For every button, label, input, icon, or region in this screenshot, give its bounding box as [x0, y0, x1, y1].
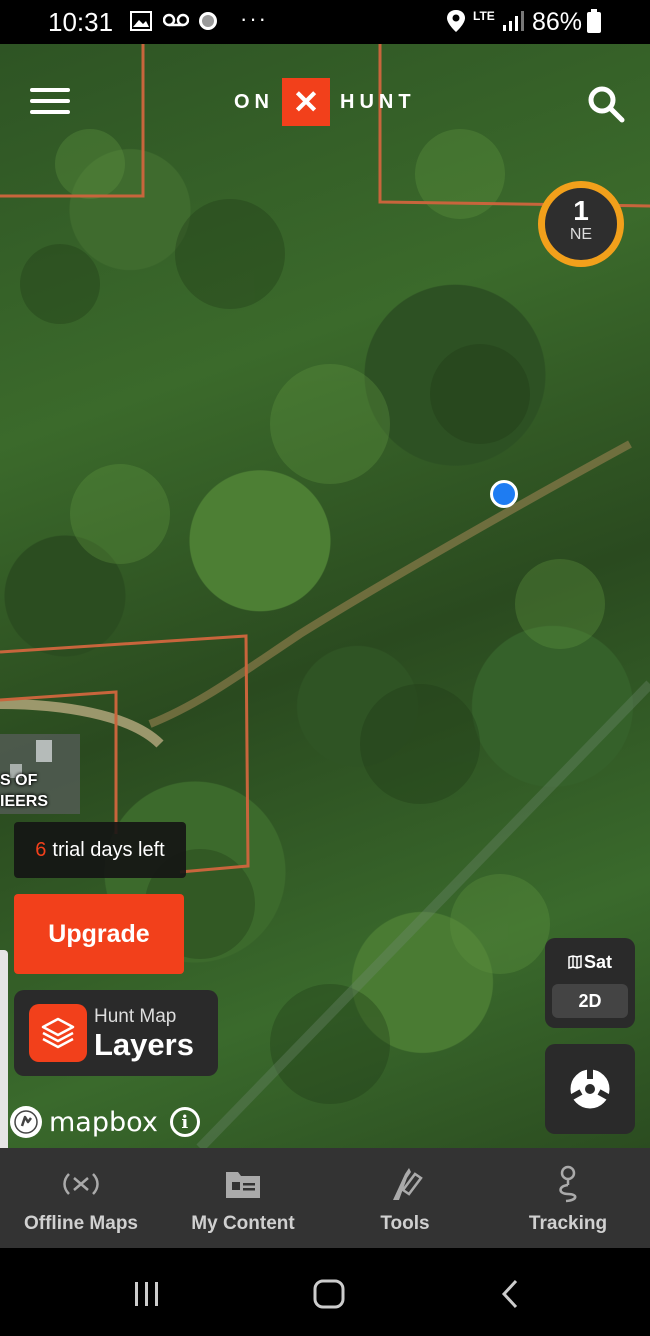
- crosshair-wheel-icon: [569, 1068, 611, 1110]
- nav-my-content[interactable]: My Content: [162, 1148, 324, 1248]
- current-location-dot: [490, 480, 518, 508]
- trial-days-count: 6: [35, 838, 47, 861]
- map-mode-2d[interactable]: 2D: [552, 984, 628, 1018]
- battery-icon: [587, 9, 601, 33]
- layers-title: Layers: [94, 1027, 194, 1062]
- mapbox-text: mapbox: [49, 1106, 158, 1138]
- tools-icon: [393, 1168, 423, 1200]
- trial-days-text: trial days left: [52, 838, 165, 861]
- location-icon: [447, 10, 465, 32]
- nav-tools[interactable]: Tools: [324, 1148, 486, 1248]
- map-type-toggle[interactable]: Sat 2D: [545, 938, 635, 1028]
- back-icon[interactable]: [498, 1278, 522, 1310]
- upgrade-button[interactable]: Upgrade: [14, 894, 184, 974]
- logo-text-hunt: HUNT: [340, 90, 416, 113]
- nav-offline-maps[interactable]: Offline Maps: [0, 1148, 162, 1248]
- recenter-location-button[interactable]: [545, 1044, 635, 1134]
- trial-days-badge: 6 trial days left: [14, 822, 186, 878]
- nav-tracking[interactable]: Tracking: [486, 1148, 650, 1248]
- voicemail-icon: [163, 13, 189, 27]
- signal-icon: [503, 11, 524, 31]
- upgrade-label: Upgrade: [48, 919, 150, 948]
- offline-signal-icon: [63, 1173, 99, 1195]
- menu-button[interactable]: [30, 88, 70, 118]
- status-time: 10:31: [48, 7, 114, 37]
- home-icon[interactable]: [312, 1278, 346, 1310]
- status-bar: 10:31 ··· LTE 86%: [0, 0, 650, 44]
- info-icon[interactable]: i: [169, 1107, 200, 1137]
- map-book-icon: [568, 955, 582, 969]
- map-place-label: S OF IEERS: [0, 772, 49, 810]
- layers-subtitle: Hunt Map: [94, 1006, 177, 1027]
- recent-apps-icon[interactable]: [132, 1280, 162, 1308]
- compass-count: 1: [573, 195, 589, 226]
- layers-icon: [29, 1004, 87, 1062]
- bottom-navigation: Offline Maps My Content Tools Tracking: [0, 1148, 650, 1248]
- folder-icon: [226, 1172, 260, 1198]
- map-type-sat: Sat: [545, 952, 635, 973]
- satellite-map[interactable]: ON ✕ HUNT 1 NE S OF IEERS 6 trial days l…: [0, 44, 650, 1148]
- network-type: LTE: [473, 9, 495, 23]
- compass-direction: NE: [569, 226, 593, 243]
- mapbox-logo-icon: [10, 1106, 42, 1138]
- tracking-pin-icon: [559, 1165, 577, 1203]
- hamburger-icon: [30, 88, 70, 92]
- search-icon[interactable]: [586, 84, 626, 124]
- hunt-map-layers-button[interactable]: Hunt Map Layers: [14, 990, 218, 1076]
- more-dots-icon: ···: [240, 6, 268, 31]
- image-icon: [130, 11, 152, 31]
- onx-hunt-logo: ON ✕ HUNT: [234, 78, 416, 126]
- logo-text-on: ON: [234, 90, 274, 113]
- compass-direction-badge[interactable]: 1 NE: [538, 181, 624, 267]
- mapbox-attribution: mapbox i: [10, 1104, 200, 1140]
- system-navigation-bar: [0, 1248, 650, 1336]
- battery-percent: 86%: [532, 8, 583, 36]
- chat-icon: [199, 12, 217, 30]
- logo-x-mark: ✕: [282, 78, 330, 126]
